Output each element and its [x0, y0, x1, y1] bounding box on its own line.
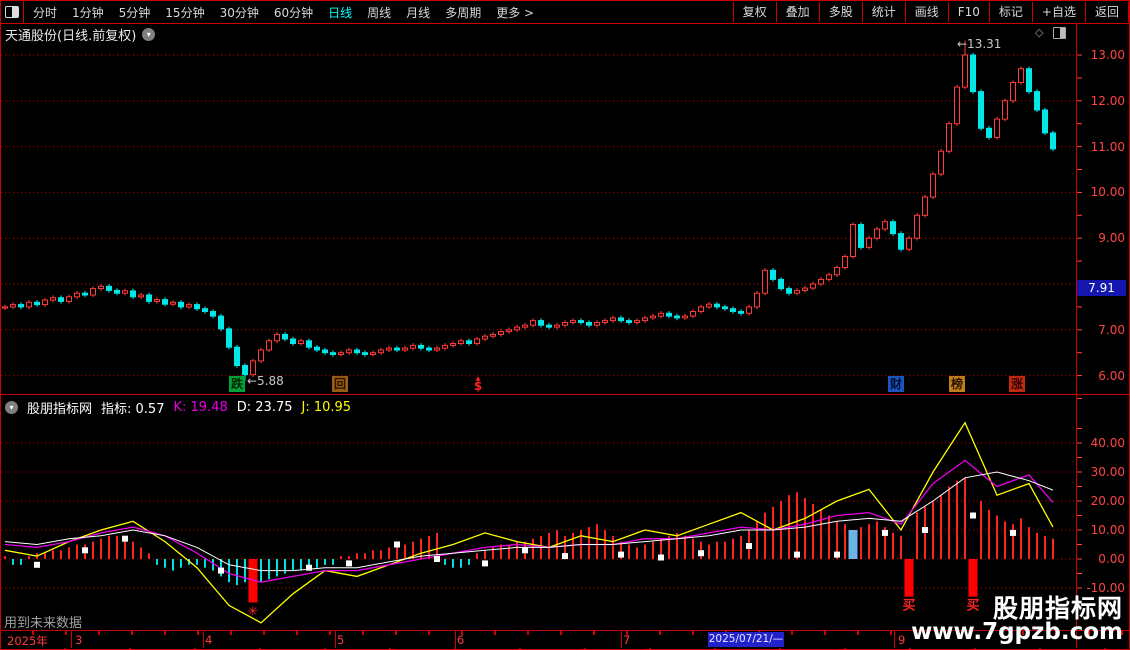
chart-canvas[interactable]: ✳ 买买 — [1, 1, 1130, 650]
diamond-icon[interactable]: ◇ — [1035, 26, 1043, 39]
indicator-d-value: D: 23.75 — [236, 400, 293, 415]
event-marker-跌: 跌 — [229, 376, 245, 392]
price-axis-label: 13.00 — [1090, 48, 1125, 62]
timeline-year-label: 2025年 — [7, 634, 48, 648]
event-marker-榜: 榜 — [949, 376, 965, 392]
indicator-axis-label: 10.00 — [1090, 523, 1125, 537]
chevron-down-icon[interactable] — [142, 28, 156, 41]
price-axis-label: 7.00 — [1098, 322, 1125, 337]
indicator-source-label: 股朋指标网 — [27, 402, 93, 417]
timeline-divider — [335, 631, 336, 648]
price-axis-label: 10.00 — [1090, 185, 1125, 200]
indicator-k-value: K: 19.48 — [173, 400, 228, 415]
indicator-value: 指标: 0.57 — [101, 402, 165, 417]
title-right-icons: ◇ — [1035, 26, 1067, 39]
future-data-note: 用到未来数据 — [4, 616, 83, 631]
timeline-divider — [203, 631, 204, 648]
indicator-axis-label: 40.00 — [1090, 436, 1125, 450]
watermark-line2: www.7gpzb.com — [911, 619, 1123, 645]
timeline-divider — [71, 631, 72, 648]
event-marker-$: ▲ $ — [473, 375, 483, 393]
low-price-annotation: ←5.88 — [247, 374, 284, 388]
timeline-month-6: 6 — [457, 633, 465, 647]
price-axis-label: 11.00 — [1090, 139, 1125, 154]
indicator-axis-label: -10.00 — [1086, 581, 1125, 595]
svg-text:✳: ✳ — [248, 605, 259, 620]
current-price-badge: 7.91 — [1077, 280, 1126, 297]
event-marker-涨: 涨 — [1009, 376, 1025, 392]
price-axis-label: 9.00 — [1098, 231, 1125, 246]
event-marker-回: 回 — [332, 376, 348, 392]
timeline-divider — [455, 631, 456, 648]
app-window: 分时 1分钟 5分钟 15分钟 30分钟 60分钟 日线 周线 月线 多周期 更… — [0, 0, 1130, 650]
axis-separator-line — [1076, 23, 1077, 648]
chart-title-bar: 天通股份(日线.前复权) — [5, 25, 156, 44]
timeline-divider — [894, 631, 895, 648]
timeline-divider — [621, 631, 622, 648]
panel-separator-line — [1, 394, 1129, 395]
timeline-selected-date[interactable]: 2025/07/21/— — [708, 632, 784, 647]
timeline-month-5: 5 — [337, 633, 345, 647]
indicator-axis-label: 30.00 — [1090, 465, 1125, 479]
watermark-line1: 股朋指标网 — [992, 594, 1123, 623]
price-axis-label: 12.00 — [1090, 93, 1125, 108]
timeline-month-4: 4 — [205, 633, 213, 647]
timeline-month-3: 3 — [75, 633, 83, 647]
timeline-month-9: 9 — [898, 633, 906, 647]
stock-title: 天通股份(日线.前复权) — [5, 29, 137, 44]
indicator-axis-label: 20.00 — [1090, 494, 1125, 508]
event-marker-财: 财 — [888, 376, 904, 392]
watermark: 股朋指标网 www.7gpzb.com — [911, 596, 1123, 644]
indicator-j-value: J: 10.95 — [301, 400, 352, 415]
indicator-header: 股朋指标网 指标: 0.57 K: 19.48 D: 23.75 J: 10.9… — [5, 398, 351, 417]
price-axis-label: 6.00 — [1098, 368, 1125, 383]
indicator-axis-label: 0.00 — [1098, 552, 1125, 566]
high-price-annotation: ←13.31 — [957, 37, 1002, 51]
timeline-month-7: 7 — [623, 633, 631, 647]
split-pane-icon[interactable] — [1053, 26, 1067, 39]
indicator-chevron-icon[interactable] — [5, 401, 18, 414]
